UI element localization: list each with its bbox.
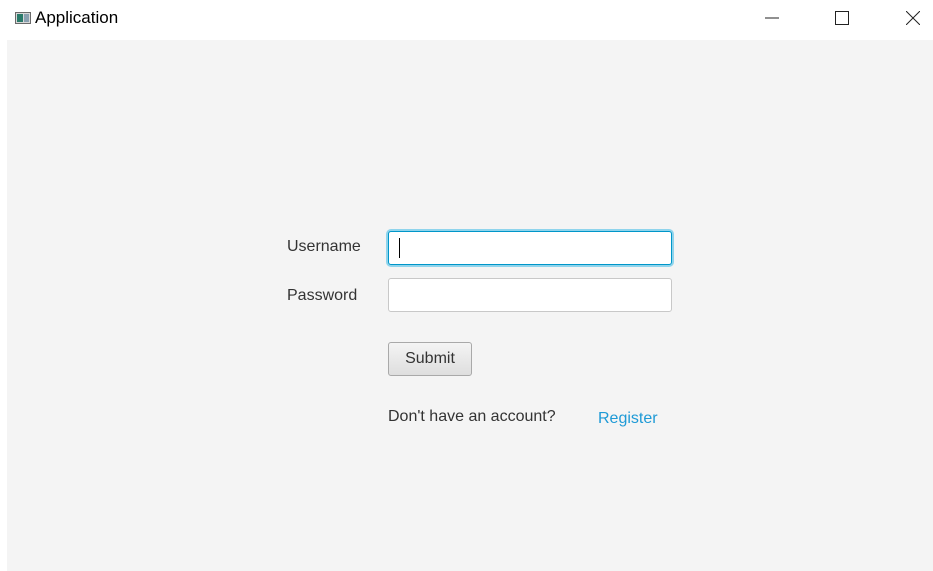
minimize-icon [765,17,779,19]
password-label: Password [287,287,358,304]
username-label: Username [287,238,361,255]
close-icon [906,11,920,25]
application-window: Application Username Password Submit Don… [0,0,933,571]
maximize-icon [835,11,849,25]
register-link[interactable]: Register [598,409,658,429]
minimize-button[interactable] [749,0,795,36]
password-input[interactable] [388,278,672,312]
login-panel: Username Password Submit Don't have an a… [7,40,933,571]
maximize-button[interactable] [819,0,865,36]
title-bar[interactable]: Application [0,0,933,40]
no-account-prompt: Don't have an account? [388,408,556,425]
submit-button[interactable]: Submit [388,342,472,376]
username-input[interactable] [388,231,672,265]
window-title: Application [35,8,119,27]
text-caret [399,238,400,258]
app-window-icon [15,12,31,24]
close-button[interactable] [890,0,933,36]
